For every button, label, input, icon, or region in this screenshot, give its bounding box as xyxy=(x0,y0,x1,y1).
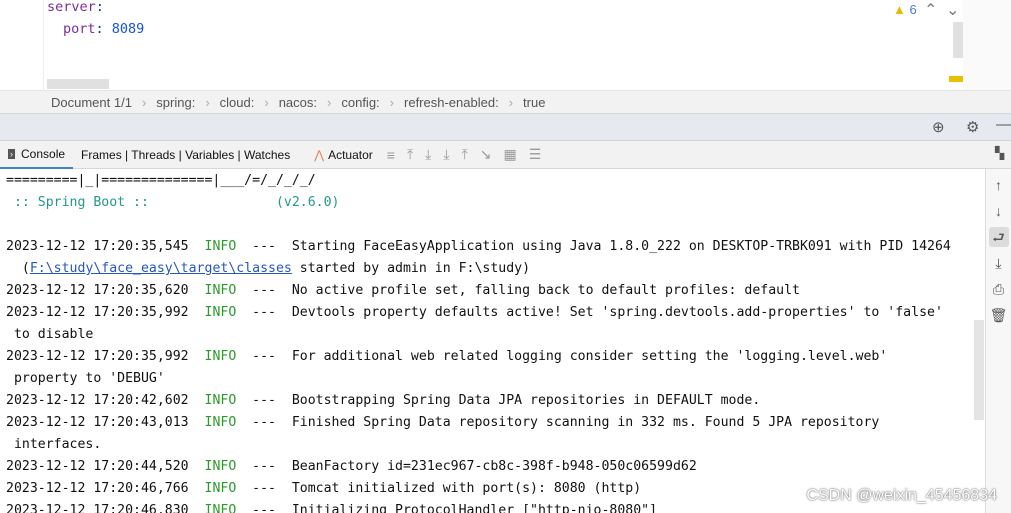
log-line: 2023-12-12 17:20:35,992 INFO --- Devtool… xyxy=(6,305,943,320)
warning-icon: ▲ xyxy=(893,2,906,17)
editor-gutter xyxy=(0,0,44,90)
breadcrumb-item[interactable]: cloud: xyxy=(220,95,255,110)
menu-icon[interactable]: ≡ xyxy=(387,147,395,163)
next-highlight-icon[interactable]: ⌄ xyxy=(946,0,959,20)
console-output[interactable]: =========|_|==============|___/=/_/_/_/ … xyxy=(0,169,985,513)
banner-line: :: Spring Boot :: (v2.6.0) xyxy=(6,195,340,210)
tab-actuator[interactable]: ⋀ Actuator xyxy=(306,141,381,169)
horizontal-scrollbar[interactable] xyxy=(47,79,109,89)
watermark: CSDN @weixin_45456834 xyxy=(806,487,997,504)
debug-toolbar: › Console Frames | Threads | Variables | … xyxy=(0,141,1011,169)
warning-marker xyxy=(949,76,963,82)
tab-label: Actuator xyxy=(328,147,373,162)
trash-icon[interactable]: 🗑 xyxy=(989,305,1009,325)
step-out-icon[interactable]: ⤒ xyxy=(462,146,468,163)
up-arrow-icon[interactable]: ↑ xyxy=(989,175,1009,195)
log-line: 2023-12-12 17:20:43,013 INFO --- Finishe… xyxy=(6,415,880,430)
step-into-icon[interactable]: ⤓ xyxy=(443,146,449,163)
breadcrumb-item[interactable]: Document 1/1 xyxy=(51,95,132,110)
soft-wrap-icon[interactable]: ⮐ xyxy=(988,227,1009,247)
banner-line: =========|_|==============|___/=/_/_/_/ xyxy=(6,173,316,188)
scroll-to-end-icon[interactable]: ⤓ xyxy=(989,253,1009,273)
warnings-indicator[interactable]: ▲ 6 xyxy=(893,2,917,17)
crosshair-icon[interactable]: ⊕ xyxy=(932,118,945,136)
tab-label: Frames | Threads | Variables | Watches xyxy=(81,147,291,162)
tab-label: Console xyxy=(21,146,66,161)
print-icon[interactable]: ⎙ xyxy=(989,279,1009,299)
step-over-icon[interactable]: ⤓ xyxy=(425,146,431,163)
breadcrumb-item[interactable]: true xyxy=(523,95,545,110)
minimap[interactable] xyxy=(963,0,1011,90)
code-editor[interactable]: server: port: 8089 ▲ 6 ⌃ ⌄ xyxy=(0,0,1011,90)
tab-console[interactable]: › Console xyxy=(0,141,74,169)
breadcrumb-item[interactable]: nacos: xyxy=(279,95,317,110)
console-icon: › xyxy=(8,148,15,159)
code-line: server: xyxy=(47,0,104,15)
breadcrumb-item[interactable]: refresh-enabled: xyxy=(404,95,499,110)
show-execution-point-icon[interactable]: ⤒ xyxy=(407,146,413,163)
breadcrumb-item[interactable]: spring: xyxy=(156,95,195,110)
log-continuation: property to 'DEBUG' xyxy=(6,371,165,386)
log-line: 2023-12-12 17:20:44,520 INFO --- BeanFac… xyxy=(6,459,697,474)
down-arrow-icon[interactable]: ↓ xyxy=(989,201,1009,221)
console-scrollbar[interactable] xyxy=(974,320,984,420)
gear-icon[interactable]: ⚙ xyxy=(966,118,979,136)
log-line: 2023-12-12 17:20:35,545 INFO --- Startin… xyxy=(6,239,951,254)
run-to-cursor-icon[interactable]: ↘ xyxy=(480,146,492,163)
log-continuation: to disable xyxy=(6,327,94,342)
trace-icon[interactable]: ☰ xyxy=(529,146,542,163)
actuator-icon: ⋀ xyxy=(314,147,325,162)
console-side-toolbar: ↑ ↓ ⮐ ⤓ ⎙ 🗑 xyxy=(985,169,1011,513)
tab-frames-threads-variables[interactable]: Frames | Threads | Variables | Watches xyxy=(73,141,298,169)
tool-window-header: ⊕ ⚙ — xyxy=(0,113,1011,141)
minimize-icon[interactable]: — xyxy=(996,116,1011,133)
breadcrumb: Document 1/1 › spring: › cloud: › nacos: › c… xyxy=(0,90,1011,113)
log-line: 2023-12-12 17:20:42,602 INFO --- Bootstr… xyxy=(6,393,761,408)
log-continuation: (F:\study\face_easy\target\classes start… xyxy=(6,261,531,276)
log-line: 2023-12-12 17:20:35,620 INFO --- No acti… xyxy=(6,283,800,298)
breadcrumb-item[interactable]: config: xyxy=(341,95,379,110)
evaluate-icon[interactable]: ▦ xyxy=(504,146,517,163)
layout-icon[interactable]: ▚ xyxy=(995,146,1004,160)
log-continuation: interfaces. xyxy=(6,437,102,452)
editor-scrollbar[interactable] xyxy=(953,22,963,58)
path-link[interactable]: F:\study\face_easy\target\classes xyxy=(30,261,292,276)
prev-highlight-icon[interactable]: ⌃ xyxy=(924,0,937,20)
log-line: 2023-12-12 17:20:35,992 INFO --- For add… xyxy=(6,349,888,364)
code-line: port: 8089 xyxy=(63,21,145,37)
